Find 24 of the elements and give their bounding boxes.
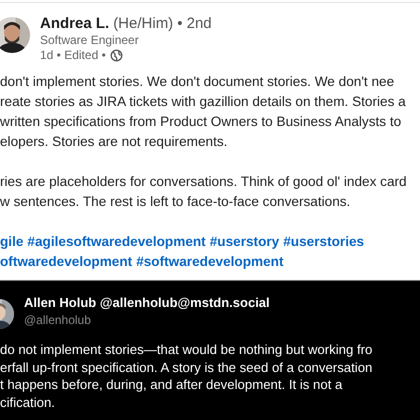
hashtag-link[interactable]: #userstories — [283, 232, 364, 252]
author-pronouns: (He/Him) — [113, 15, 174, 32]
hashtag-link[interactable]: #userstory — [210, 232, 280, 252]
post-text-line: reate stories as JIRA tickets with gazillion details on them. Stories a — [0, 93, 407, 111]
quoted-author-name: Allen Holub @allenholub@mstdn.social — [24, 295, 270, 310]
author-headline: Software Engineer — [40, 33, 140, 47]
quoted-text-line: erfall up-front specification. A story is the seed of a conversation — [0, 358, 374, 376]
post-text-line: elopers. Stories are not requirements. — [0, 133, 228, 151]
quoted-text-line: cification. — [0, 394, 56, 411]
post-text-line: don't implement stories. We don't document stories. We don't nee — [0, 73, 396, 91]
author-name[interactable]: Andrea L. — [40, 15, 110, 32]
quoted-author-handle: @allenholub — [24, 313, 92, 327]
hashtag-link[interactable]: gile — [0, 232, 24, 252]
hashtag-link[interactable]: #agilesoftwaredevelopment — [27, 232, 206, 252]
quoted-text-line: do not implement stories—that would be nothing but working fro — [0, 341, 374, 358]
hashtag-link[interactable]: #softwaredevelopment — [136, 252, 284, 272]
globe-icon — [110, 48, 123, 62]
post-text-line: written specifications from Product Owners to Business Analysts to — [0, 113, 402, 131]
post-text-line: w sentences. The rest is left to face-to-face conversations. — [0, 193, 352, 211]
connection-degree: • 2nd — [177, 15, 212, 32]
quoted-text-line: t happens before, during, and after development. It is not a — [0, 376, 344, 394]
hashtag-link[interactable]: oftwaredevelopment — [0, 252, 132, 272]
post-text-line: ries are placeholders for conversations. Think of good ol' index card — [0, 173, 408, 191]
post-meta: 1d • Edited • — [40, 48, 106, 62]
